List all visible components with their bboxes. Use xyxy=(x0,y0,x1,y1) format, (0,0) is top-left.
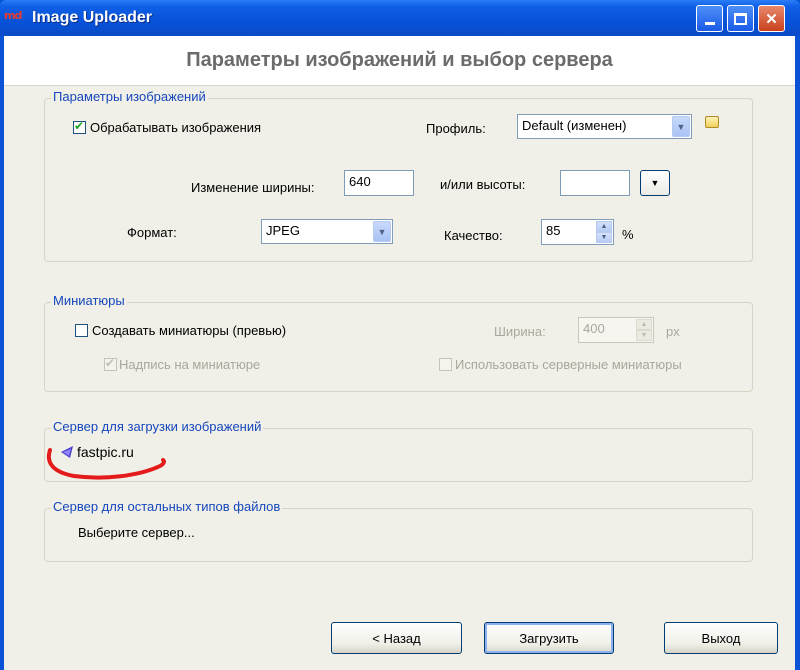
process-images-checkbox[interactable] xyxy=(73,119,86,134)
thumb-width-value: 400 xyxy=(583,321,605,336)
height-label: и/или высоты: xyxy=(440,177,526,192)
format-select[interactable]: JPEG ▼ xyxy=(261,219,393,244)
thumb-caption-label: Надпись на миниатюре xyxy=(119,357,261,372)
thumb-width-label: Ширина: xyxy=(494,324,546,339)
thumbnails-legend: Миниатюры xyxy=(51,293,127,308)
spin-up-icon[interactable]: ▲ xyxy=(596,221,612,232)
create-thumbnails-label: Создавать миниатюры (превью) xyxy=(92,323,287,338)
close-icon: ✕ xyxy=(765,10,778,28)
server-thumbnails-checkbox[interactable] xyxy=(439,358,452,371)
thumb-width-spin-buttons[interactable]: ▲ ▼ xyxy=(636,319,652,341)
thumbnails-group: Миниатюры xyxy=(44,293,753,392)
maximize-icon xyxy=(734,12,747,25)
window-title: Image Uploader xyxy=(32,9,153,26)
exit-button[interactable]: Выход xyxy=(664,622,778,654)
chevron-down-icon: ▼ xyxy=(672,116,690,137)
dropdown-icon: ▼ xyxy=(650,178,660,188)
format-label: Формат: xyxy=(127,225,177,240)
file-server-legend: Сервер для остальных типов файлов xyxy=(51,499,283,514)
profile-select[interactable]: Default (изменен) ▼ xyxy=(517,114,692,139)
profile-label: Профиль: xyxy=(426,121,486,136)
app-logo-icon: md xyxy=(4,9,22,22)
close-button[interactable]: ✕ xyxy=(758,5,785,32)
create-thumbnails-checkbox[interactable] xyxy=(75,324,88,337)
size-options-button[interactable]: ▼ xyxy=(640,170,670,196)
width-input[interactable]: 640 xyxy=(344,170,414,196)
upload-button[interactable]: Загрузить xyxy=(484,622,614,654)
spin-down-icon[interactable]: ▼ xyxy=(596,232,612,243)
profile-value: Default (изменен) xyxy=(522,118,627,133)
width-label: Изменение ширины: xyxy=(191,180,315,195)
back-button[interactable]: < Назад xyxy=(331,622,462,654)
quality-spin-buttons[interactable]: ▲ ▼ xyxy=(596,221,612,243)
thumb-width-stepper[interactable]: 400 ▲ ▼ xyxy=(578,317,654,343)
client-area: Параметры изображений и выбор сервера Па… xyxy=(4,36,795,670)
thumb-caption-checkbox[interactable] xyxy=(104,356,117,371)
file-server-placeholder[interactable]: Выберите сервер... xyxy=(78,525,195,540)
quality-value: 85 xyxy=(546,223,561,238)
format-value: JPEG xyxy=(266,223,300,238)
image-server-legend: Сервер для загрузки изображений xyxy=(51,419,264,434)
minimize-button[interactable] xyxy=(696,5,723,32)
header-band: Параметры изображений и выбор сервера xyxy=(4,36,795,86)
app-window: md Image Uploader ✕ Параметры изображени… xyxy=(0,0,800,670)
edit-profile-icon[interactable] xyxy=(705,116,719,128)
height-input[interactable] xyxy=(560,170,630,196)
spin-up-icon[interactable]: ▲ xyxy=(636,319,652,330)
process-images-label: Обрабатывать изображения xyxy=(90,120,262,135)
red-underline-annotation xyxy=(46,448,166,480)
quality-label: Качество: xyxy=(444,228,503,243)
image-params-legend: Параметры изображений xyxy=(51,89,208,104)
minimize-icon xyxy=(704,22,715,25)
maximize-button[interactable] xyxy=(727,5,754,32)
server-thumbnails-label: Использовать серверные миниатюры xyxy=(455,357,682,372)
page-title: Параметры изображений и выбор сервера xyxy=(186,49,613,71)
title-bar[interactable]: md Image Uploader ✕ xyxy=(0,0,800,36)
quality-unit: % xyxy=(622,227,634,242)
quality-stepper[interactable]: 85 ▲ ▼ xyxy=(541,219,614,245)
chevron-down-icon: ▼ xyxy=(373,221,391,242)
spin-down-icon[interactable]: ▼ xyxy=(636,330,652,341)
thumb-width-unit: px xyxy=(666,324,680,339)
